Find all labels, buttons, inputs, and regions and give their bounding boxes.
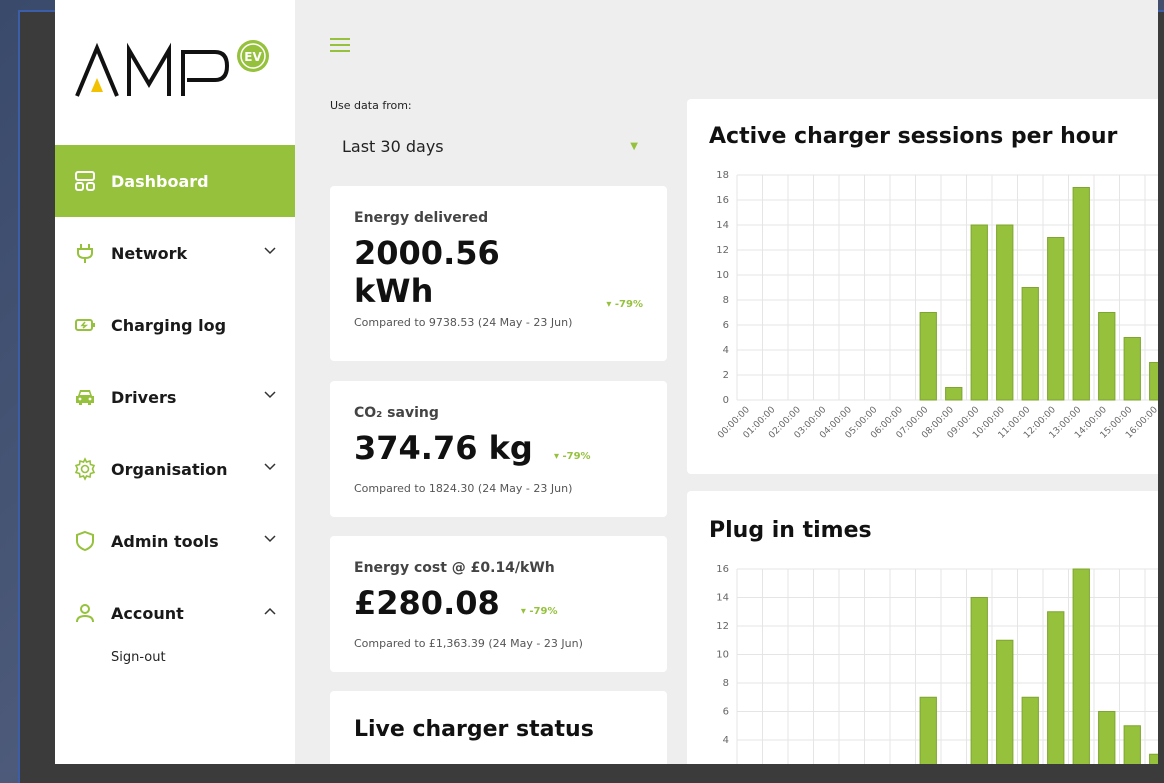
y-tick-label: 10 — [716, 270, 729, 281]
sidebar-item-label: Organisation — [111, 459, 228, 479]
y-tick-label: 2 — [723, 764, 729, 765]
bar[interactable] — [970, 224, 988, 401]
bar[interactable] — [1021, 696, 1039, 764]
y-tick-label: 0 — [723, 395, 729, 406]
sidebar-item-label: Drivers — [111, 387, 177, 407]
chart-title: Active charger sessions per hour — [709, 124, 1118, 149]
sidebar-item-network[interactable]: Network — [55, 217, 295, 289]
bar[interactable] — [1149, 753, 1158, 764]
y-tick-label: 6 — [723, 707, 729, 718]
y-tick-label: 16 — [716, 564, 729, 575]
y-tick-label: 4 — [723, 735, 729, 746]
bar[interactable] — [996, 639, 1014, 764]
chevron-down-icon[interactable] — [263, 532, 277, 546]
chevron-down-icon[interactable] — [263, 460, 277, 474]
y-tick-label: 12 — [716, 245, 729, 256]
chart-title: Plug in times — [709, 518, 872, 543]
y-tick-label: 16 — [716, 195, 729, 206]
delta-badge: ▾ -79% — [606, 299, 643, 310]
bar[interactable] — [996, 224, 1014, 401]
sessions-chart-card: Active charger sessions per hour 0 2 4 6 8 10… — [687, 99, 1158, 474]
bar[interactable] — [1123, 725, 1141, 764]
dashboard-icon — [73, 169, 97, 193]
bar[interactable] — [919, 696, 937, 764]
sidebar-item-charging-log[interactable]: Charging log — [55, 289, 295, 361]
card-title: CO₂ saving — [354, 405, 439, 421]
y-tick-label: 4 — [723, 345, 729, 356]
sidebar-item-label: Account — [111, 603, 184, 623]
menu-icon[interactable] — [330, 38, 350, 54]
battery-charging-icon — [73, 313, 97, 337]
y-tick-label: 8 — [723, 295, 729, 306]
filter-label: Use data from: — [330, 99, 412, 112]
card-title: Energy cost @ £0.14/kWh — [354, 560, 555, 576]
sidebar-nav: Dashboard Network Charging log Drivers O… — [55, 145, 295, 671]
main-content: Use data from: Last 30 days ▼ Energy del… — [295, 0, 1158, 764]
chevron-up-icon[interactable] — [263, 604, 277, 618]
delta-badge: ▾ -79% — [520, 606, 558, 617]
date-range-select[interactable]: Last 30 days ▼ — [330, 128, 650, 164]
y-tick-label: 14 — [716, 220, 729, 231]
y-tick-label: 6 — [723, 320, 729, 331]
bar[interactable] — [1047, 611, 1065, 764]
bar[interactable] — [1047, 237, 1065, 401]
bar[interactable] — [1098, 312, 1116, 401]
bar[interactable] — [945, 387, 963, 401]
card-comparison: Compared to 9738.53 (24 May - 23 Jun) — [354, 316, 573, 329]
dropdown-caret-icon: ▼ — [630, 141, 638, 152]
chevron-down-icon[interactable] — [263, 244, 277, 258]
sidebar-item-dashboard[interactable]: Dashboard — [55, 145, 295, 217]
card-value: £280.08 ▾ -79% — [354, 584, 558, 622]
shield-icon — [73, 529, 97, 553]
y-tick-label: 14 — [716, 593, 729, 604]
plugin-bar-chart: 2 4 6 8 10 12 14 16 — [716, 564, 1158, 765]
delta-badge: ▾ -79% — [553, 451, 591, 462]
car-icon — [73, 385, 97, 409]
user-icon — [73, 601, 97, 625]
card-value: 374.76 kg ▾ -79% — [354, 429, 591, 467]
y-tick-label: 10 — [716, 650, 729, 661]
app-window: EV Dashboard Network Charging log Driver… — [55, 0, 1158, 764]
card-comparison: Compared to £1,363.39 (24 May - 23 Jun) — [354, 637, 583, 650]
sidebar-item-admin-tools[interactable]: Admin tools — [55, 505, 295, 577]
sidebar-item-label: Admin tools — [111, 531, 219, 551]
bar[interactable] — [1098, 711, 1116, 765]
amp-ev-logo[interactable]: EV — [75, 40, 285, 100]
gear-icon — [73, 457, 97, 481]
sidebar-item-label: Network — [111, 243, 188, 263]
card-value: 2000.56 kWh ▾ -79% — [354, 234, 643, 310]
card-title: Energy delivered — [354, 210, 489, 226]
co2-saving-card: CO₂ saving 374.76 kg ▾ -79% Compared to … — [330, 381, 667, 517]
y-tick-label: 2 — [723, 370, 729, 381]
plugin-chart-card: Plug in times 2 4 6 8 10 12 14 16 — [687, 491, 1158, 764]
bar[interactable] — [1072, 187, 1090, 401]
y-tick-label: 12 — [716, 621, 729, 632]
svg-text:EV: EV — [244, 50, 262, 64]
bar[interactable] — [1123, 337, 1141, 401]
live-charger-status-card: Live charger status — [330, 691, 667, 764]
sidebar-item-label: Dashboard — [111, 171, 209, 191]
energy-cost-card: Energy cost @ £0.14/kWh £280.08 ▾ -79% C… — [330, 536, 667, 672]
bar[interactable] — [1021, 287, 1039, 401]
sessions-bar-chart: 02468101214161800:00:0001:00:0002:00:000… — [716, 171, 1158, 441]
card-comparison: Compared to 1824.30 (24 May - 23 Jun) — [354, 482, 573, 495]
sidebar: EV Dashboard Network Charging log Driver… — [55, 0, 295, 764]
sidebar-item-account[interactable]: Account — [55, 577, 295, 649]
bar[interactable] — [919, 312, 937, 401]
sidebar-item-label: Charging log — [111, 315, 227, 335]
sidebar-item-drivers[interactable]: Drivers — [55, 361, 295, 433]
sidebar-item-organisation[interactable]: Organisation — [55, 433, 295, 505]
chevron-down-icon[interactable] — [263, 388, 277, 402]
y-tick-label: 18 — [716, 171, 729, 181]
bar[interactable] — [1149, 362, 1158, 401]
y-tick-label: 8 — [723, 678, 729, 689]
plug-icon — [73, 241, 97, 265]
sign-out-link[interactable]: Sign-out — [55, 643, 295, 671]
energy-delivered-card: Energy delivered 2000.56 kWh ▾ -79% Comp… — [330, 186, 667, 361]
card-title: Live charger status — [354, 717, 594, 742]
bar[interactable] — [970, 597, 988, 765]
bar[interactable] — [1072, 568, 1090, 764]
